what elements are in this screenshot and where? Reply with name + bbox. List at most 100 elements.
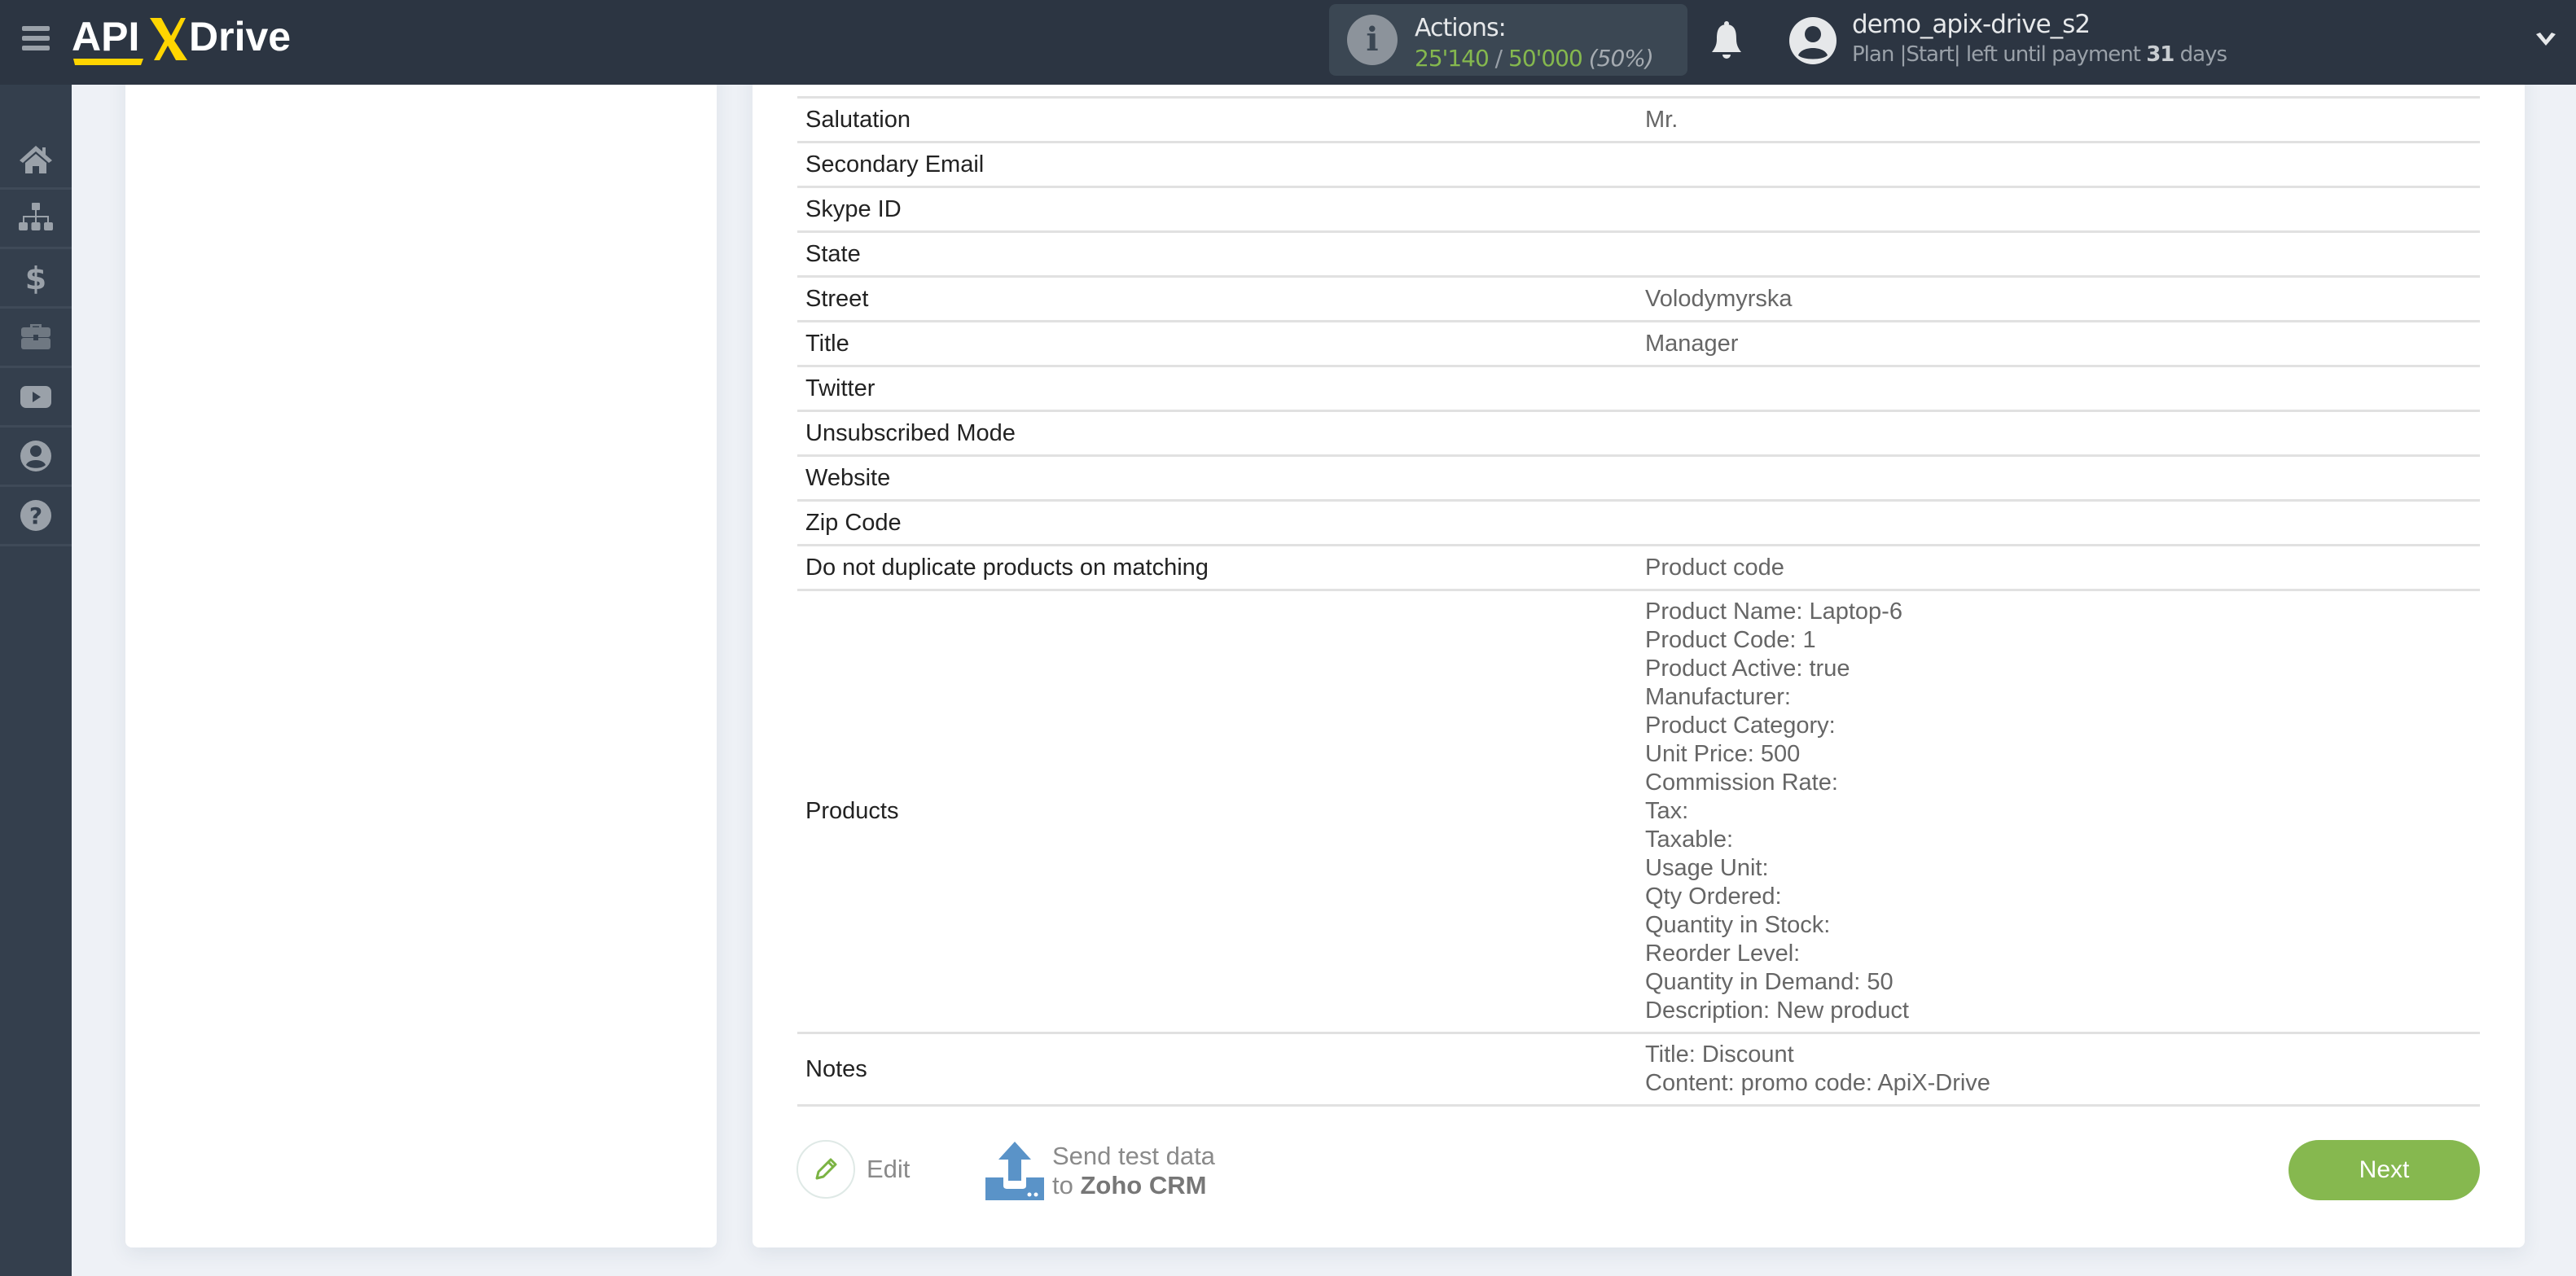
sidebar-item-billing[interactable]: $ xyxy=(0,249,72,309)
field-label: Unsubscribed Mode xyxy=(805,419,1016,446)
table-row: Website xyxy=(797,454,2480,499)
youtube-icon xyxy=(20,386,51,408)
sidebar-item-services[interactable] xyxy=(0,309,72,368)
svg-text:$: $ xyxy=(25,261,46,296)
test-data-table: Salutation Mr. Secondary Email Skype ID … xyxy=(797,96,2480,1107)
actions-label: Actions: xyxy=(1415,14,1507,42)
sidebar-item-account[interactable] xyxy=(0,428,72,487)
home-icon xyxy=(20,146,52,173)
table-row: Zip Code xyxy=(797,499,2480,544)
send-line2-prefix: to xyxy=(1052,1171,1081,1199)
field-label: Salutation xyxy=(805,106,911,133)
table-row: Title Manager xyxy=(797,320,2480,365)
products-value: Product Name: Laptop-6 Product Code: 1 Pro… xyxy=(1637,591,2480,1032)
table-row-notes: Notes Title: Discount Content: promo code… xyxy=(797,1032,2480,1107)
value-line: Product Category: xyxy=(1645,713,1836,739)
sidebar-item-video[interactable] xyxy=(0,368,72,428)
top-header: API Drive i Actions: 25'140 / 50'000 (50… xyxy=(0,0,2576,85)
plan-suffix: days xyxy=(2174,42,2227,67)
actions-total: 50'000 xyxy=(1508,45,1583,72)
edit-circle xyxy=(796,1140,855,1199)
help-icon: ? xyxy=(20,500,51,531)
send-test-data-text: Send test data to Zoho CRM xyxy=(1052,1142,1215,1200)
field-value: Manager xyxy=(1645,330,1739,357)
field-value: Mr. xyxy=(1645,106,1679,133)
value-line: Usage Unit: xyxy=(1645,855,1769,881)
chevron-down-icon[interactable] xyxy=(2533,26,2559,52)
value-line: Reorder Level: xyxy=(1645,941,1801,967)
value-line: Title: Discount xyxy=(1645,1041,1794,1068)
field-label: Secondary Email xyxy=(805,151,985,178)
svg-text:API: API xyxy=(72,14,139,59)
send-target: Zoho CRM xyxy=(1080,1171,1207,1199)
plan-prefix: Plan |Start| left until payment xyxy=(1852,42,2147,67)
table-row: Twitter xyxy=(797,365,2480,410)
hamburger-menu-icon[interactable] xyxy=(22,26,50,50)
actions-values: 25'140 / 50'000 (50%) xyxy=(1415,45,1654,72)
sitemap-icon xyxy=(19,203,53,230)
sidebar-item-connections[interactable] xyxy=(0,190,72,249)
pencil-icon xyxy=(815,1158,837,1180)
table-row: Salutation Mr. xyxy=(797,96,2480,141)
next-button[interactable]: Next xyxy=(2289,1140,2480,1200)
dollar-icon: $ xyxy=(25,261,46,296)
value-line: Product Code: 1 xyxy=(1645,627,1816,653)
table-row: Street Volodymyrska xyxy=(797,275,2480,320)
field-label: Twitter xyxy=(805,375,875,401)
sidebar-item-help[interactable]: ? xyxy=(0,487,72,546)
field-label: Zip Code xyxy=(805,509,902,536)
sidebar: $ ? xyxy=(0,85,72,1276)
table-row: Secondary Email xyxy=(797,141,2480,186)
user-icon xyxy=(20,441,51,471)
value-line: Description: New product xyxy=(1645,998,1909,1024)
sidebar-item-home[interactable] xyxy=(0,130,72,190)
bell-icon[interactable] xyxy=(1710,20,1743,60)
value-line: Quantity in Demand: 50 xyxy=(1645,969,1894,995)
user-avatar-icon[interactable] xyxy=(1788,16,1837,65)
value-line: Commission Rate: xyxy=(1645,770,1838,796)
svg-text:Drive: Drive xyxy=(189,14,291,59)
table-row: Unsubscribed Mode xyxy=(797,410,2480,454)
left-panel xyxy=(125,49,717,1247)
upload-icon xyxy=(985,1142,1044,1200)
svg-text:?: ? xyxy=(29,502,42,529)
actions-percent: (50%) xyxy=(1588,45,1654,72)
value-line: Quantity in Stock: xyxy=(1645,912,1831,938)
table-row-products: Products Product Name: Laptop-6 Product C… xyxy=(797,589,2480,1032)
field-label: Skype ID xyxy=(805,195,902,222)
table-row: Do not duplicate products on matching Pr… xyxy=(797,544,2480,589)
send-test-data-button[interactable]: Send test data to Zoho CRM xyxy=(985,1142,1215,1200)
field-label: Do not duplicate products on matching xyxy=(805,554,1209,581)
field-label: Title xyxy=(805,330,849,357)
value-line: Product Name: Laptop-6 xyxy=(1645,599,1902,625)
value-line: Content: promo code: ApiX-Drive xyxy=(1645,1070,1990,1096)
field-label: State xyxy=(805,240,861,267)
username[interactable]: demo_apix-drive_s2 xyxy=(1852,10,2091,39)
actions-separator: / xyxy=(1488,45,1509,72)
field-value: Volodymyrska xyxy=(1645,285,1793,312)
plan-days: 31 xyxy=(2146,42,2174,67)
edit-label: Edit xyxy=(867,1155,911,1183)
value-line: Manufacturer: xyxy=(1645,684,1791,710)
send-line2: to Zoho CRM xyxy=(1052,1171,1215,1200)
table-row: State xyxy=(797,230,2480,275)
apixdrive-logo[interactable]: API Drive xyxy=(72,11,292,68)
value-line: Product Active: true xyxy=(1645,656,1850,682)
info-icon: i xyxy=(1347,15,1398,65)
value-line: Unit Price: 500 xyxy=(1645,741,1801,767)
value-line: Tax: xyxy=(1645,798,1689,824)
value-line: Qty Ordered: xyxy=(1645,884,1782,910)
field-label: Website xyxy=(805,464,891,491)
field-label: Products xyxy=(805,798,899,824)
briefcase-icon xyxy=(21,324,50,349)
table-row: Skype ID xyxy=(797,186,2480,230)
actions-counter[interactable]: i Actions: 25'140 / 50'000 (50%) xyxy=(1329,4,1687,76)
main-panel: Salutation Mr. Secondary Email Skype ID … xyxy=(753,49,2525,1247)
edit-button[interactable]: Edit xyxy=(796,1140,910,1199)
notes-value: Title: Discount Content: promo code: ApiX… xyxy=(1637,1034,2480,1104)
value-line: Taxable: xyxy=(1645,827,1734,853)
field-value: Product code xyxy=(1645,554,1784,581)
send-line1: Send test data xyxy=(1052,1142,1215,1170)
field-label: Street xyxy=(805,285,869,312)
field-label: Notes xyxy=(805,1055,867,1082)
